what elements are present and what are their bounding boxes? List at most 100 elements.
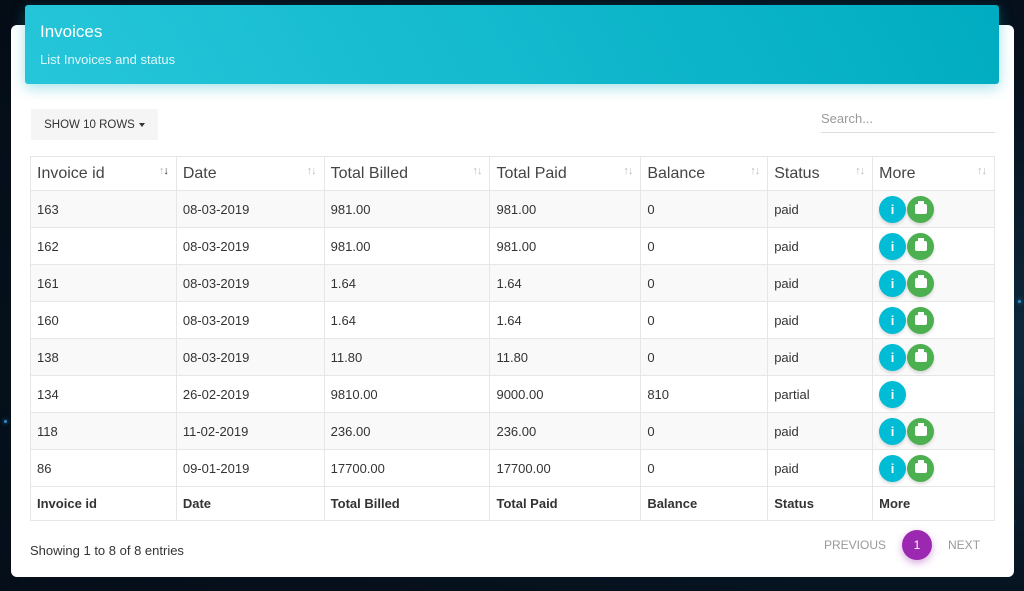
sort-icon: ↑↓ — [623, 165, 633, 177]
column-footer-total-paid: Total Paid — [489, 486, 642, 521]
page-subtitle: List Invoices and status — [40, 52, 176, 67]
cell-more: i — [872, 375, 995, 413]
cell-paid: 236.00 — [489, 412, 642, 450]
cell-paid: 17700.00 — [489, 449, 642, 487]
cell-more: i — [872, 227, 995, 265]
cell-billed: 9810.00 — [323, 375, 491, 413]
show-rows-label: SHOW 10 ROWS — [44, 118, 135, 131]
print-icon — [914, 275, 927, 288]
column-label: Date — [182, 164, 217, 182]
print-button[interactable] — [907, 232, 935, 260]
column-label: Total Billed — [330, 164, 409, 182]
print-button[interactable] — [907, 343, 935, 371]
cell-more: i — [872, 264, 995, 302]
table-row: 160 08-03-2019 1.64 1.64 0 paid i — [30, 301, 995, 339]
sort-icon: ↑↓ — [977, 165, 987, 177]
sort-icon: ↑↓ — [158, 165, 169, 177]
table-row: 162 08-03-2019 981.00 981.00 0 paid i — [30, 227, 995, 265]
cell-id: 134 — [30, 375, 177, 413]
column-header-total-paid[interactable]: Total Paid ↑↓ — [489, 156, 642, 191]
sort-icon: ↑↓ — [306, 165, 317, 177]
cell-date: 08-03-2019 — [175, 190, 325, 228]
cell-paid: 981.00 — [489, 190, 642, 228]
cell-billed: 236.00 — [323, 412, 491, 450]
cell-billed: 981.00 — [323, 227, 491, 265]
cell-status: paid — [767, 301, 874, 339]
column-footer-invoice-id: Invoice id — [30, 486, 177, 521]
cell-paid: 1.64 — [489, 301, 642, 339]
info-button[interactable]: i — [879, 417, 907, 445]
cell-billed: 11.80 — [323, 338, 491, 376]
info-icon: i — [890, 460, 895, 476]
info-icon: i — [890, 238, 895, 254]
page-title: Invoices — [40, 22, 103, 41]
column-footer-total-billed: Total Billed — [323, 486, 491, 521]
column-header-date[interactable]: Date ↑↓ — [175, 156, 325, 191]
cell-paid: 1.64 — [489, 264, 642, 302]
column-footer-date: Date — [175, 486, 325, 521]
cell-id: 138 — [30, 338, 177, 376]
pagination: PREVIOUS 1 NEXT — [824, 530, 980, 560]
cell-id: 86 — [30, 449, 177, 487]
next-button[interactable]: NEXT — [948, 538, 980, 552]
background-dot — [4, 420, 7, 423]
cell-balance: 0 — [640, 227, 769, 265]
column-footer-more: More — [872, 486, 995, 521]
cell-more: i — [872, 301, 995, 339]
invoices-table: Invoice id ↑↓ Date ↑↓ Total Billed ↑↓ Total Pa… — [30, 156, 995, 521]
cell-billed: 981.00 — [323, 190, 491, 228]
print-button[interactable] — [907, 306, 935, 334]
print-icon — [914, 423, 927, 436]
cell-billed: 1.64 — [323, 264, 491, 302]
column-label: Status — [774, 164, 820, 182]
info-button[interactable]: i — [879, 380, 907, 408]
table-row: 86 09-01-2019 17700.00 17700.00 0 paid i — [30, 449, 995, 487]
cell-balance: 0 — [640, 301, 769, 339]
info-button[interactable]: i — [879, 306, 907, 334]
cell-status: paid — [767, 338, 874, 376]
cell-id: 163 — [30, 190, 177, 228]
column-header-total-billed[interactable]: Total Billed ↑↓ — [323, 156, 491, 191]
column-footer-status: Status — [767, 486, 874, 521]
cell-balance: 0 — [640, 338, 769, 376]
sort-icon: ↑↓ — [750, 165, 760, 177]
cell-date: 08-03-2019 — [175, 264, 325, 302]
info-icon: i — [890, 275, 895, 291]
print-button[interactable] — [907, 454, 935, 482]
info-button[interactable]: i — [879, 195, 907, 223]
caret-down-icon — [138, 122, 145, 127]
cell-id: 161 — [30, 264, 177, 302]
column-header-status[interactable]: Status ↑↓ — [767, 156, 874, 191]
search-input[interactable] — [821, 105, 995, 133]
cell-paid: 11.80 — [489, 338, 642, 376]
info-icon: i — [890, 349, 895, 365]
column-label: More — [879, 164, 916, 182]
cell-status: paid — [767, 227, 874, 265]
print-button[interactable] — [907, 195, 935, 223]
page-1-button[interactable]: 1 — [902, 530, 933, 560]
info-button[interactable]: i — [879, 269, 907, 297]
column-header-invoice-id[interactable]: Invoice id ↑↓ — [30, 156, 177, 191]
previous-button[interactable]: PREVIOUS — [824, 538, 886, 552]
print-button[interactable] — [907, 417, 935, 445]
sort-icon: ↑↓ — [472, 165, 482, 177]
info-button[interactable]: i — [879, 232, 907, 260]
print-button[interactable] — [907, 269, 935, 297]
print-icon — [914, 460, 927, 473]
info-button[interactable]: i — [879, 343, 907, 371]
column-header-balance[interactable]: Balance ↑↓ — [640, 156, 769, 191]
cell-more: i — [872, 190, 995, 228]
card-header: Invoices List Invoices and status — [25, 5, 999, 84]
cell-id: 162 — [30, 227, 177, 265]
print-icon — [914, 238, 927, 251]
print-icon — [914, 349, 927, 362]
cell-more: i — [872, 449, 995, 487]
info-button[interactable]: i — [879, 454, 907, 482]
table-row: 163 08-03-2019 981.00 981.00 0 paid i — [30, 190, 995, 228]
show-rows-dropdown[interactable]: SHOW 10 ROWS — [31, 109, 158, 140]
cell-date: 08-03-2019 — [175, 301, 325, 339]
column-header-more[interactable]: More ↑↓ — [872, 156, 995, 191]
cell-date: 11-02-2019 — [175, 412, 325, 450]
entries-info: Showing 1 to 8 of 8 entries — [30, 543, 184, 558]
info-icon: i — [890, 312, 895, 328]
